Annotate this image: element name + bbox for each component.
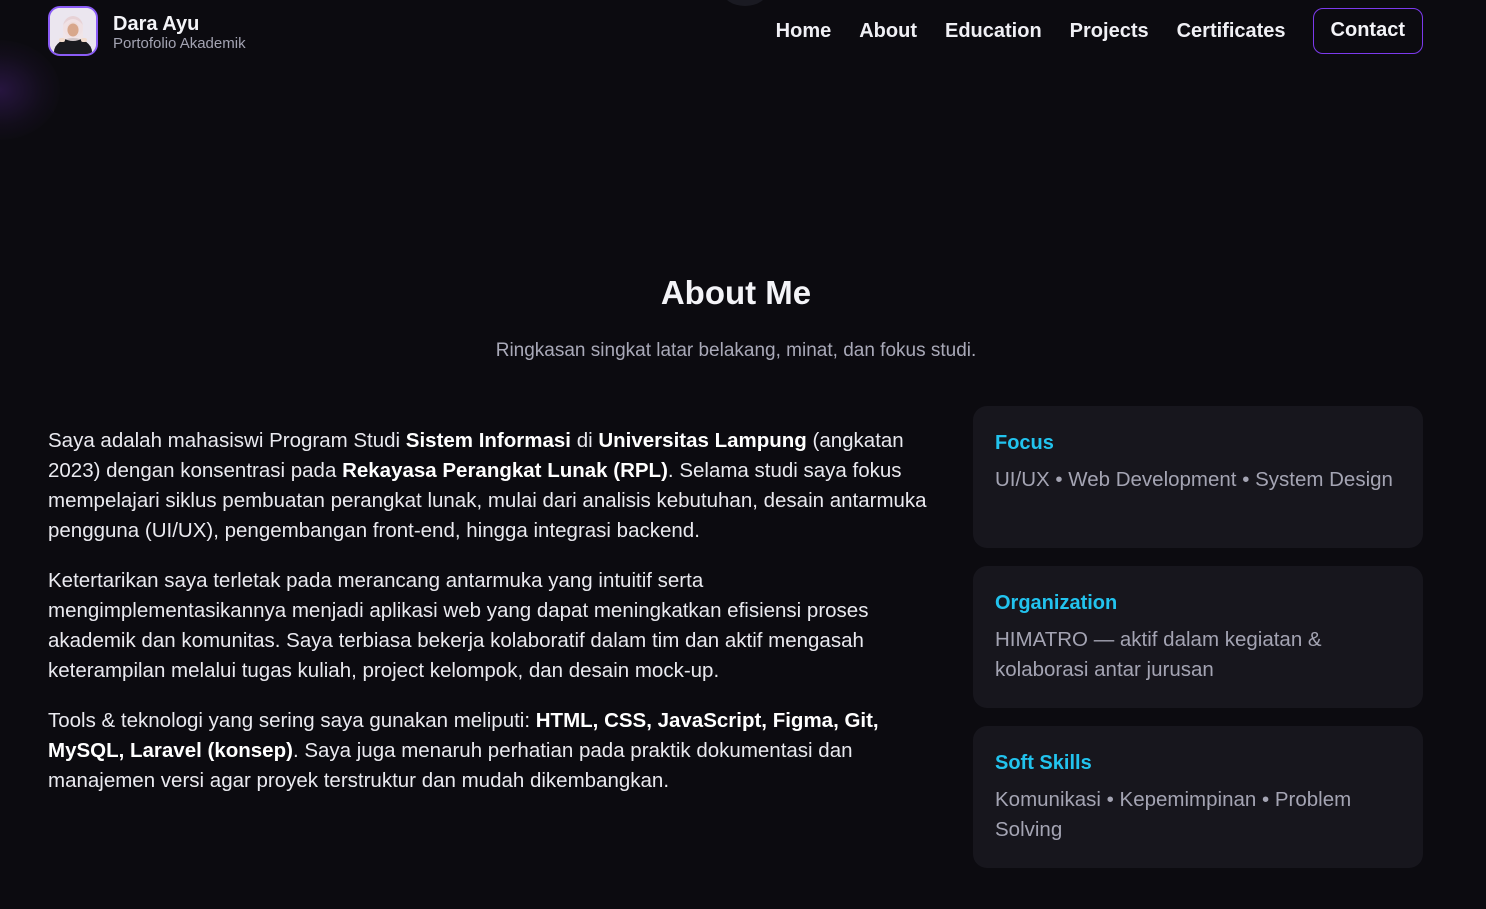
main-nav: Home About Education Projects Certificat…: [776, 8, 1423, 54]
card-title: Focus: [995, 432, 1054, 454]
about-p1-text-2: di: [571, 429, 599, 452]
card-soft-skills: Soft Skills Komunikasi • Kepemimpinan • …: [973, 726, 1423, 868]
card-title: Organization: [995, 592, 1118, 614]
section-subtitle: Ringkasan singkat latar belakang, minat,…: [495, 340, 977, 361]
card-text: Komunikasi • Kepemimpinan • Problem Solv…: [995, 788, 1352, 841]
card-text: HIMATRO — aktif dalam kegiatan & kolabor…: [995, 628, 1322, 681]
about-paragraph-2: Ketertarikan saya terletak pada merancan…: [48, 569, 869, 682]
about-p3-text-1: Tools & teknologi yang sering saya gunak…: [48, 709, 536, 732]
about-paragraph-3: Tools & teknologi yang sering saya gunak…: [48, 706, 928, 796]
nav-about[interactable]: About: [859, 8, 917, 54]
contact-button[interactable]: Contact: [1312, 8, 1423, 54]
avatar-photo: [50, 8, 96, 54]
nav-education[interactable]: Education: [945, 8, 1042, 54]
nav-certificates[interactable]: Certificates: [1177, 8, 1286, 54]
nav-home[interactable]: Home: [776, 8, 832, 54]
about-text: Saya adalah mahasiswi Program Studi Sist…: [48, 426, 928, 816]
about-p1-text-1: Saya adalah mahasiswi Program Studi: [48, 429, 406, 452]
brand[interactable]: Dara Ayu Portofolio Akademik: [48, 6, 246, 56]
about-paragraph-1: Saya adalah mahasiswi Program Studi Sist…: [48, 426, 928, 546]
about-p1-bold-2: Universitas Lampung: [598, 429, 807, 452]
avatar: [48, 6, 98, 56]
card-organization: Organization HIMATRO — aktif dalam kegia…: [973, 566, 1423, 708]
site-header: Dara Ayu Portofolio Akademik Home About …: [0, 0, 1486, 62]
card-title: Soft Skills: [995, 752, 1092, 774]
brand-name: Dara Ayu: [113, 12, 200, 35]
info-cards: Focus UI/UX • Web Development • System D…: [973, 406, 1423, 886]
about-p1-bold-3: Rekayasa Perangkat Lunak (RPL): [342, 459, 668, 482]
nav-projects[interactable]: Projects: [1070, 8, 1149, 54]
about-p1-bold-1: Sistem Informasi: [405, 429, 571, 452]
card-text: UI/UX • Web Development • System Design: [995, 468, 1393, 491]
brand-subtitle: Portofolio Akademik: [113, 34, 246, 52]
card-focus: Focus UI/UX • Web Development • System D…: [973, 406, 1423, 548]
section-title: About Me: [660, 274, 812, 311]
